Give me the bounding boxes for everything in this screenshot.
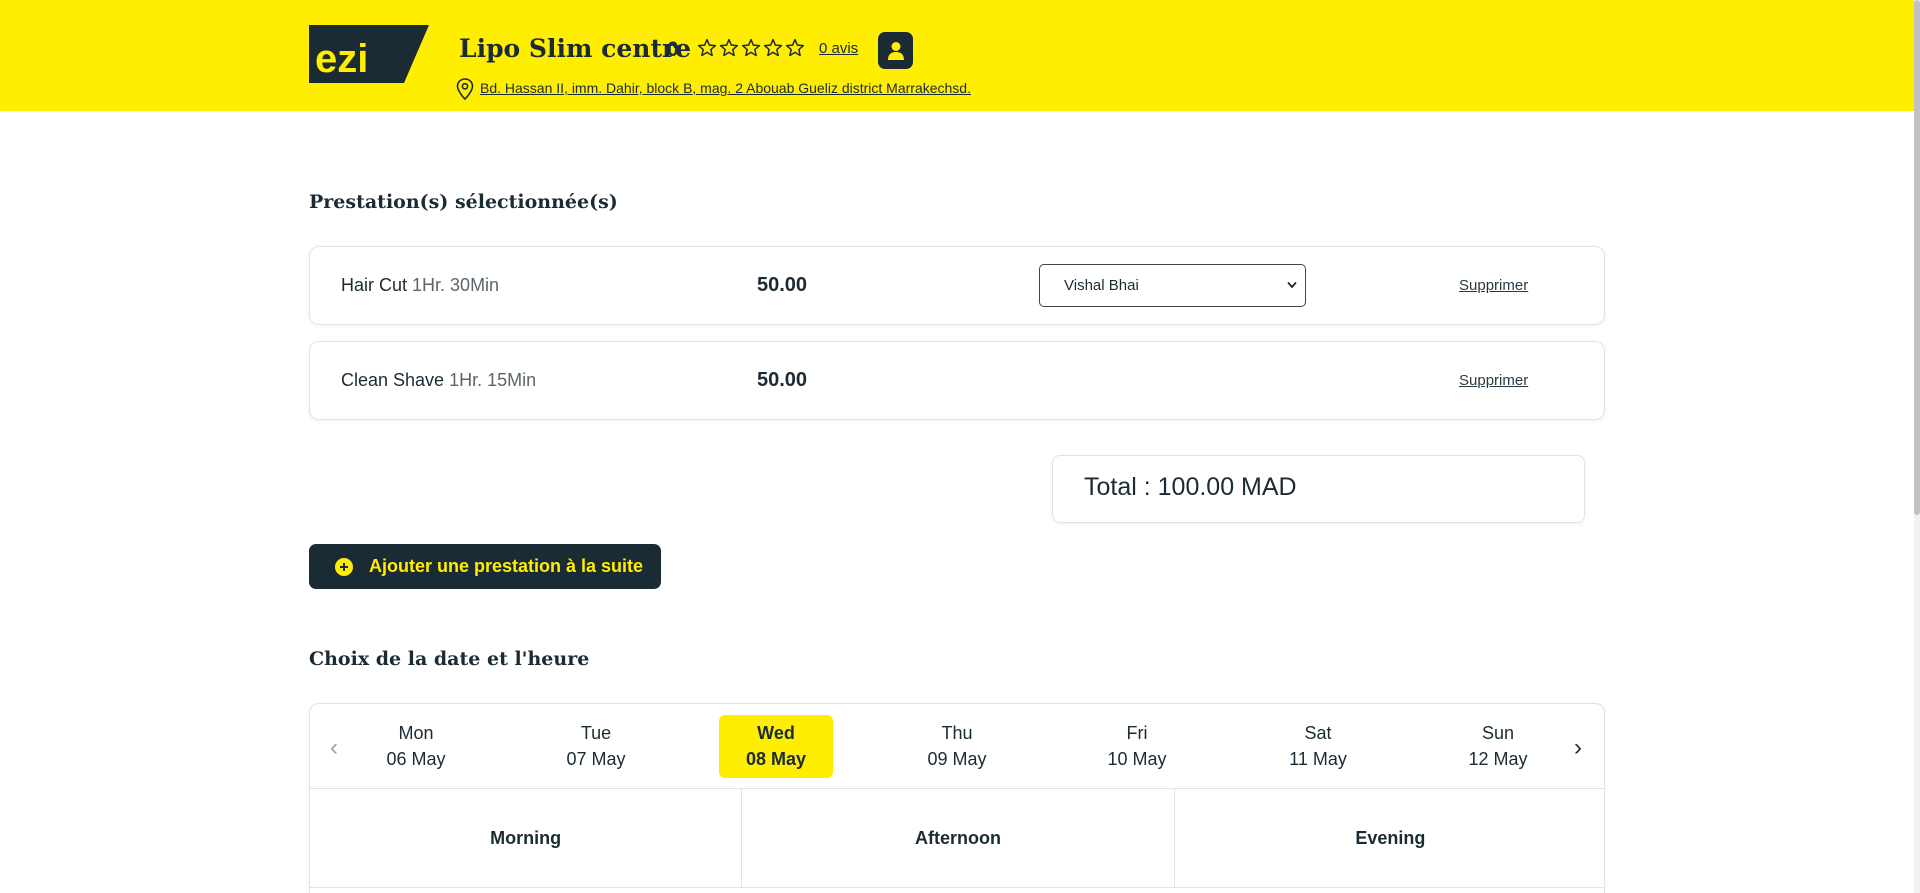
service-card: Hair Cut 1Hr. 30Min 50.00 Vishal Bhai Su… xyxy=(309,246,1605,325)
plus-circle-icon xyxy=(335,557,353,576)
star-outline-icon xyxy=(785,38,805,57)
star-outline-icon xyxy=(719,38,739,57)
day-sun[interactable]: Sun 12 May xyxy=(1441,715,1555,778)
total-box: Total : 100.00 MAD xyxy=(1052,455,1585,523)
staff-select[interactable]: Vishal Bhai xyxy=(1039,264,1306,307)
day-mon[interactable]: Mon 06 May xyxy=(359,715,473,778)
user-icon xyxy=(887,41,904,60)
period-afternoon[interactable]: Afternoon xyxy=(742,789,1175,888)
page-scrollbar[interactable] xyxy=(1914,0,1920,893)
service-card: Clean Shave 1Hr. 15Min 50.00 Supprimer xyxy=(309,341,1605,420)
day-name: Mon xyxy=(398,723,434,743)
service-price: 50.00 xyxy=(757,274,808,296)
day-name: Sun xyxy=(1481,723,1515,743)
rating-stars xyxy=(697,38,805,58)
schedule-title: Choix de la date et l'heure xyxy=(309,648,590,670)
business-name: Lipo Slim centre xyxy=(459,34,692,63)
scrollbar-thumb[interactable] xyxy=(1914,0,1920,515)
period-evening[interactable]: Evening xyxy=(1174,789,1604,888)
prev-week-button[interactable]: ‹ xyxy=(330,734,338,762)
date-picker: ‹ Mon 06 May Tue 07 May Wed 08 May Thu 0… xyxy=(309,703,1605,893)
day-wed[interactable]: Wed 08 May xyxy=(719,715,833,778)
next-week-button[interactable]: › xyxy=(1574,734,1582,762)
total-amount: Total : 100.00 MAD xyxy=(1084,473,1297,501)
service-name: Hair Cut xyxy=(341,275,408,295)
day-tue[interactable]: Tue 07 May xyxy=(539,715,653,778)
service-duration: 1Hr. 30Min xyxy=(412,275,500,295)
day-name: Thu xyxy=(941,723,973,743)
day-date: 11 May xyxy=(1289,749,1347,769)
day-name: Wed xyxy=(757,723,795,743)
day-date: 08 May xyxy=(745,749,807,769)
day-name: Fri xyxy=(1126,723,1148,743)
selected-services-title: Prestation(s) sélectionnée(s) xyxy=(309,191,618,213)
remove-service-button[interactable]: Supprimer xyxy=(1459,372,1528,389)
star-outline-icon xyxy=(741,38,761,57)
rating-value: 0 xyxy=(667,38,679,61)
day-date: 07 May xyxy=(566,749,626,769)
top-header: ezi Lipo Slim centre 0 0 avis Bd. Hassan… xyxy=(0,0,1914,111)
day-name: Tue xyxy=(580,723,612,743)
day-sat[interactable]: Sat 11 May xyxy=(1261,715,1375,778)
service-name-row: Hair Cut 1Hr. 30Min xyxy=(341,275,499,296)
star-outline-icon xyxy=(697,38,717,57)
star-outline-icon xyxy=(763,38,783,57)
profile-button[interactable] xyxy=(878,32,913,69)
brand-text: ezi xyxy=(315,37,368,81)
map-pin-icon xyxy=(456,78,474,100)
reviews-link[interactable]: 0 avis xyxy=(819,40,858,57)
service-price: 50.00 xyxy=(757,369,808,391)
day-name: Sat xyxy=(1304,723,1332,743)
service-name: Clean Shave xyxy=(341,370,445,390)
day-date: 09 May xyxy=(927,749,987,769)
time-period-tabs: Morning Afternoon Evening xyxy=(310,788,1604,888)
add-service-button[interactable]: Ajouter une prestation à la suite xyxy=(309,544,661,589)
period-morning[interactable]: Morning xyxy=(310,789,743,888)
ezi-logo[interactable]: ezi xyxy=(309,25,429,83)
business-address-link[interactable]: Bd. Hassan II, imm. Dahir, block B, mag.… xyxy=(480,80,971,96)
service-duration: 1Hr. 15Min xyxy=(449,370,537,390)
service-name-row: Clean Shave 1Hr. 15Min xyxy=(341,370,536,391)
day-date: 06 May xyxy=(386,749,446,769)
day-thu[interactable]: Thu 09 May xyxy=(900,715,1014,778)
remove-service-button[interactable]: Supprimer xyxy=(1459,277,1528,294)
add-service-label: Ajouter une prestation à la suite xyxy=(369,556,644,576)
day-date: 10 May xyxy=(1107,749,1167,769)
ezi-logo-mark: ezi xyxy=(309,25,429,83)
day-date: 12 May xyxy=(1468,749,1528,769)
day-fri[interactable]: Fri 10 May xyxy=(1080,715,1194,778)
